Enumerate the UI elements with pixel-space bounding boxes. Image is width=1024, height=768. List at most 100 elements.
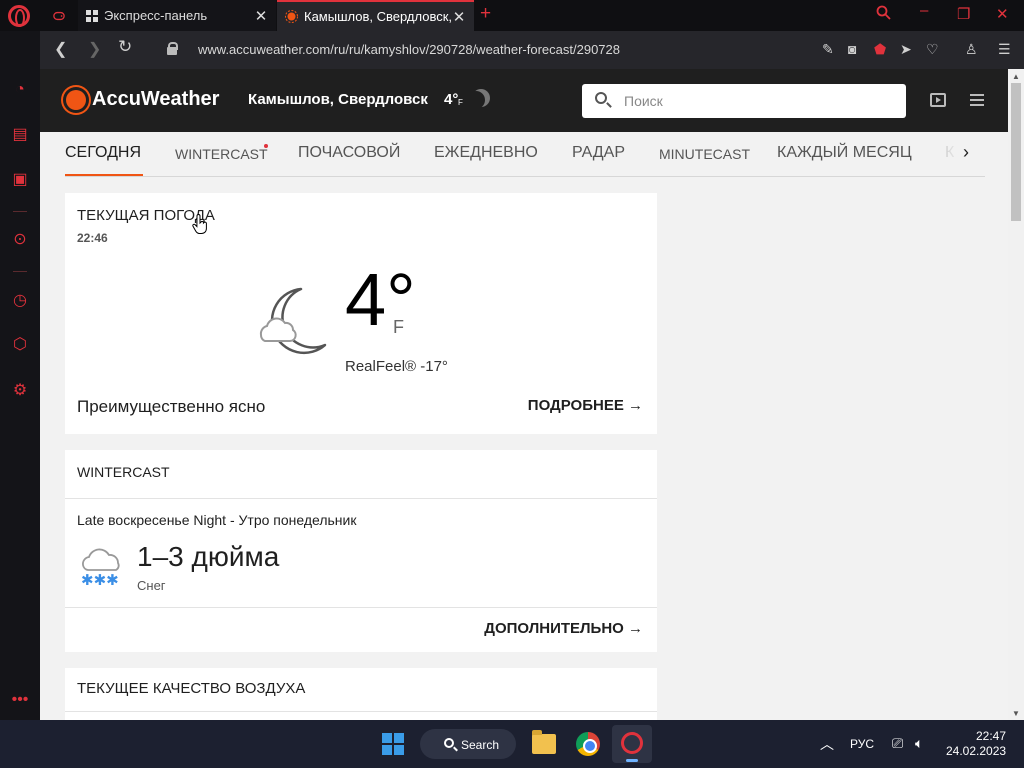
windows-taskbar: Search ︿ РУС ⎚ 🔈︎ 22:47 24.02.2023 <box>0 720 1024 768</box>
forecast-subnav: СЕГОДНЯ WINTERCAST ПОЧАСОВОЙ ЕЖЕДНЕВНО Р… <box>65 132 985 177</box>
realfeel-temperature: RealFeel® -17° <box>345 358 448 375</box>
restore-button[interactable]: ❐ <box>957 5 970 23</box>
settings-gear-icon[interactable]: ⚙ <box>11 382 29 400</box>
accuweather-favicon-icon <box>285 10 298 23</box>
close-window-button[interactable]: ✕ <box>996 5 1009 23</box>
gaming-tab-icon[interactable] <box>45 0 73 31</box>
wintercast-card[interactable]: WINTERCAST Late воскресенье Night - Утро… <box>65 450 657 652</box>
divider <box>65 711 657 712</box>
extensions-box-icon[interactable]: ⬡ <box>11 336 29 354</box>
lock-icon[interactable] <box>167 42 178 55</box>
sidebar-divider <box>13 211 27 212</box>
tab-today[interactable]: СЕГОДНЯ <box>65 144 141 162</box>
tab-wintercast[interactable]: WINTERCAST <box>175 146 268 162</box>
video-icon[interactable] <box>930 93 946 107</box>
snow-cloud-icon: ✱✱✱ <box>81 548 120 589</box>
grid-icon <box>86 9 98 22</box>
adblock-shield-icon[interactable]: ⬟ <box>874 41 886 58</box>
reload-button[interactable]: ↻ <box>118 37 132 57</box>
forward-button[interactable]: ❯ <box>88 39 101 59</box>
scroll-thumb[interactable] <box>1011 83 1021 221</box>
tab-monthly[interactable]: КАЖДЫЙ МЕСЯЦ <box>777 144 912 162</box>
divider <box>65 607 657 608</box>
scroll-up-arrow-icon[interactable]: ▲ <box>1012 72 1020 81</box>
accuweather-logo[interactable]: AccuWeather <box>92 88 219 111</box>
tab-minutecast[interactable]: MINUTECAST <box>659 146 750 162</box>
speed-dial-icon[interactable]: ◔ <box>11 81 29 99</box>
edit-share-icon[interactable]: ✎ <box>822 41 834 58</box>
wintercast-period: Late воскресенье Night - Утро понедельни… <box>77 512 357 528</box>
player-icon[interactable]: ⊙ <box>11 231 29 249</box>
hamburger-menu-icon[interactable] <box>970 94 984 106</box>
tray-overflow-chevron-icon[interactable]: ︿ <box>820 734 834 754</box>
clock-date: 24.02.2023 <box>946 744 1007 758</box>
location-temp: 4° <box>444 91 459 108</box>
new-tab-button[interactable]: + <box>480 3 491 25</box>
opera-taskbar-icon[interactable] <box>612 725 652 763</box>
tab-hourly[interactable]: ПОЧАСОВОЙ <box>298 144 400 162</box>
location-name[interactable]: Камышлов, Свердловск <box>248 91 428 108</box>
new-badge-dot <box>264 144 268 148</box>
scroll-down-arrow-icon[interactable]: ▼ <box>1012 709 1020 718</box>
svg-text:✱✱✱: ✱✱✱ <box>81 571 119 589</box>
tab-accuweather[interactable]: Камышлов, Свердловск, Р ✕ <box>277 0 474 31</box>
send-icon[interactable]: ➤ <box>900 41 912 58</box>
twitch-icon[interactable]: ▣ <box>11 171 29 189</box>
location-temp-unit: F <box>458 98 463 107</box>
weather-condition: Преимущественно ясно <box>77 397 266 416</box>
chrome-icon[interactable] <box>576 732 600 756</box>
opera-sidebar: ◔ ▤ ▣ ⊙ ◷ ⬡ ⚙ ••• <box>0 31 40 720</box>
search-tabs-icon[interactable] <box>876 5 891 24</box>
screen: Экспресс-панель ✕ Камышлов, Свердловск, … <box>0 0 1024 768</box>
account-icon[interactable]: ♙ <box>965 41 978 58</box>
language-indicator[interactable]: РУС <box>850 737 874 751</box>
address-bar: ❮ ❯ ↻ www.accuweather.com/ru/ru/kamyshlo… <box>40 31 1024 69</box>
network-icon[interactable]: ⎚ <box>892 735 903 752</box>
page-scrollbar[interactable]: ▲ ▼ <box>1008 69 1024 720</box>
shopping-bag-icon[interactable]: ▤ <box>11 126 29 144</box>
search-icon <box>444 738 454 748</box>
night-moon-icon <box>472 89 490 107</box>
card-title: ТЕКУЩЕЕ КАЧЕСТВО ВОЗДУХА <box>77 680 306 697</box>
tab-label: Камышлов, Свердловск, Р <box>304 9 452 24</box>
sidebar-divider <box>13 271 27 272</box>
windows-start-icon[interactable] <box>382 733 404 755</box>
camera-snapshot-icon[interactable]: ◙ <box>848 41 856 57</box>
url-field[interactable]: www.accuweather.com/ru/ru/kamyshlov/2907… <box>198 42 620 57</box>
browser-tab-strip: Экспресс-панель ✕ Камышлов, Свердловск, … <box>0 0 1024 31</box>
tab-label: Экспресс-панель <box>104 8 208 23</box>
chevron-right-icon[interactable]: › <box>963 142 969 163</box>
bookmark-heart-icon[interactable]: ♡ <box>926 41 939 58</box>
minimize-button[interactable]: – <box>920 2 928 19</box>
more-details-link[interactable]: ПОДРОБНЕЕ → <box>528 397 643 414</box>
clock-time: 22:47 <box>975 729 1006 743</box>
search-input[interactable] <box>624 91 884 111</box>
more-wintercast-link[interactable]: ДОПОЛНИТЕЛЬНО → <box>484 620 643 637</box>
history-icon[interactable]: ◷ <box>11 292 29 310</box>
tab-daily[interactable]: ЕЖЕДНЕВНО <box>434 144 538 162</box>
card-title: WINTERCAST <box>77 464 170 480</box>
accuweather-sun-logo-icon[interactable] <box>66 90 86 110</box>
divider <box>65 498 657 499</box>
taskbar-search-button[interactable]: Search <box>420 729 516 759</box>
taskbar-search-label: Search <box>461 738 500 752</box>
taskbar-clock[interactable]: 22:47 24.02.2023 <box>946 729 1006 759</box>
moon-cloud-icon <box>259 287 327 355</box>
current-weather-card[interactable]: ТЕКУЩАЯ ПОГОДА 22:46 4° F RealFeel® -17°… <box>65 193 657 434</box>
tab-radar[interactable]: РАДАР <box>572 144 625 162</box>
close-tab-icon[interactable]: ✕ <box>254 7 268 25</box>
hand-cursor-icon <box>192 214 207 234</box>
snow-amount: 1–3 дюйма <box>137 541 280 572</box>
close-tab-icon[interactable]: ✕ <box>452 8 466 26</box>
temperature-unit: F <box>393 317 404 337</box>
easy-setup-icon[interactable]: ☰ <box>998 41 1011 58</box>
tab-express-panel[interactable]: Экспресс-панель ✕ <box>78 0 276 31</box>
more-dots-icon[interactable]: ••• <box>11 691 29 709</box>
volume-icon[interactable]: 🔈︎ <box>915 735 923 752</box>
opera-menu-icon[interactable] <box>8 5 30 27</box>
air-quality-card[interactable]: ТЕКУЩЕЕ КАЧЕСТВО ВОЗДУХА <box>65 668 657 720</box>
file-explorer-icon[interactable] <box>532 730 556 754</box>
precipitation-type: Снег <box>137 578 166 593</box>
location-search-box[interactable] <box>582 84 906 118</box>
back-button[interactable]: ❮ <box>54 39 67 59</box>
